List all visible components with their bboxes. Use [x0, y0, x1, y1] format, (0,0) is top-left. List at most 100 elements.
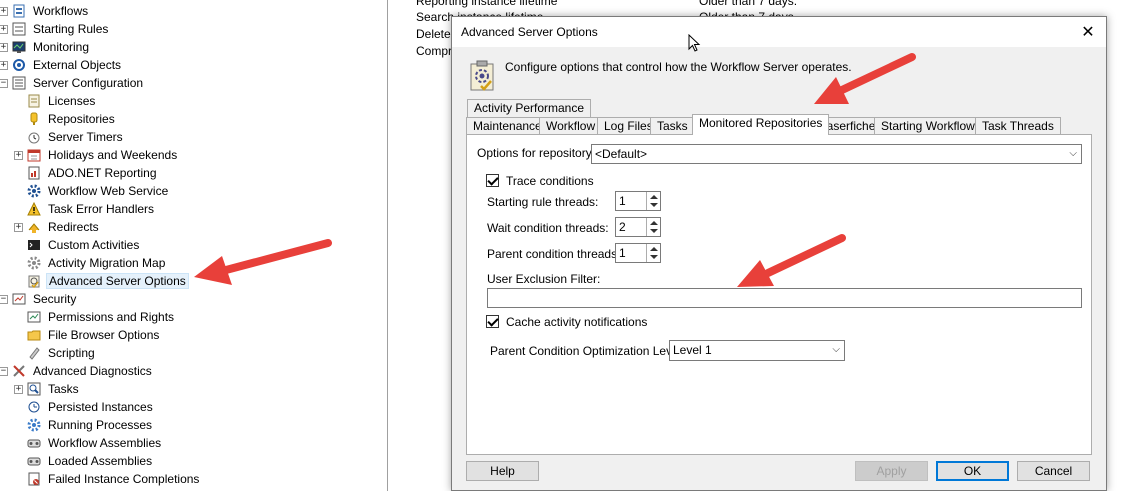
tree-item-ado-net-reporting[interactable]: ADO.NET Reporting [27, 164, 159, 182]
gear-icon [27, 256, 41, 270]
spin-up-icon[interactable] [650, 221, 658, 225]
tree-item-file-browser-options[interactable]: File Browser Options [27, 326, 161, 344]
starting-rule-threads-stepper[interactable]: 1 [615, 191, 661, 211]
tree-item-loaded-assemblies[interactable]: Loaded Assemblies [27, 452, 154, 470]
tree-item-label: Task Error Handlers [48, 202, 155, 216]
tree-item-server-configuration[interactable]: − Server Configuration [0, 74, 145, 92]
tree-item-activity-migration-map[interactable]: Activity Migration Map [27, 254, 167, 272]
parent-condition-threads-stepper[interactable]: 1 [615, 243, 661, 263]
spin-down-icon[interactable] [650, 229, 658, 233]
tree-item-label: Repositories [48, 112, 115, 126]
scripting-icon [27, 346, 41, 360]
collapse-toggle-icon[interactable]: − [0, 367, 8, 376]
expand-toggle-icon[interactable]: + [0, 61, 8, 70]
optimization-level-value: Level 1 [673, 343, 712, 357]
stepper-value: 2 [619, 220, 626, 234]
tree-item-repositories[interactable]: Repositories [27, 110, 117, 128]
options-icon [27, 274, 41, 289]
tree-item-external-objects[interactable]: + External Objects [0, 56, 123, 74]
spin-up-icon[interactable] [650, 195, 658, 199]
tree-item-permissions-and-rights[interactable]: Permissions and Rights [27, 308, 176, 326]
trace-conditions-checkbox[interactable] [486, 174, 499, 187]
expand-toggle-icon[interactable]: + [14, 385, 23, 394]
tree-item-redirects[interactable]: + Redirects [14, 218, 101, 236]
starting-rule-threads-label: Starting rule threads: [487, 195, 599, 209]
monitoring-icon [12, 40, 26, 54]
pane-divider[interactable] [387, 0, 388, 491]
wait-condition-threads-stepper[interactable]: 2 [615, 217, 661, 237]
tree-item-workflows[interactable]: + Workflows [0, 2, 90, 20]
tree-item-failed-instance-completions[interactable]: Failed Instance Completions [27, 470, 201, 488]
cancel-button[interactable]: Cancel [1017, 461, 1090, 481]
expand-toggle-icon[interactable]: + [0, 43, 8, 52]
collapse-toggle-icon[interactable]: − [0, 79, 8, 88]
persisted-icon [27, 400, 41, 414]
expand-toggle-icon[interactable]: + [0, 25, 8, 34]
tree-item-label: External Objects [33, 58, 122, 72]
tree-item-label: Security [33, 292, 77, 306]
tree-item-label: Tasks [48, 382, 79, 396]
tree-item-advanced-server-options[interactable]: Advanced Server Options [27, 272, 189, 290]
apply-button[interactable]: Apply [855, 461, 928, 481]
tree-item-task-error-handlers[interactable]: Task Error Handlers [27, 200, 156, 218]
close-icon[interactable]: ✕ [1078, 22, 1098, 42]
help-button[interactable]: Help [466, 461, 539, 481]
assembly-icon [27, 436, 41, 450]
tree-item-label: Custom Activities [48, 238, 140, 252]
tree-item-licenses[interactable]: Licenses [27, 92, 97, 110]
tree-item-label: Workflow Web Service [48, 184, 169, 198]
tree-item-custom-activities[interactable]: Custom Activities [27, 236, 141, 254]
expand-toggle-icon[interactable]: + [14, 151, 23, 160]
tree-item-label: Running Processes [48, 418, 153, 432]
optimization-level-select[interactable]: Level 1 ⌵ [669, 340, 845, 361]
tree-item-label: Server Configuration [33, 76, 144, 90]
calendar-icon [27, 148, 41, 162]
tree-item-label: Holidays and Weekends [48, 148, 178, 162]
tree-item-label: File Browser Options [48, 328, 160, 342]
spin-buttons[interactable] [646, 244, 660, 262]
permissions-icon [27, 310, 41, 324]
tree-item-persisted-instances[interactable]: Persisted Instances [27, 398, 155, 416]
dialog-titlebar[interactable]: Advanced Server Options ✕ [452, 17, 1106, 47]
tree-item-running-processes[interactable]: Running Processes [27, 416, 154, 434]
expand-toggle-icon[interactable]: + [0, 7, 8, 16]
warning-icon [27, 201, 41, 216]
stepper-value: 1 [619, 194, 626, 208]
tree-item-monitoring[interactable]: + Monitoring [0, 38, 91, 56]
spin-buttons[interactable] [646, 192, 660, 210]
tree-item-label: Permissions and Rights [48, 310, 175, 324]
tree-item-workflow-web-service[interactable]: Workflow Web Service [27, 182, 170, 200]
starting-rules-icon [12, 22, 26, 36]
tree-item-advanced-diagnostics[interactable]: − Advanced Diagnostics [0, 362, 154, 380]
collapse-toggle-icon[interactable]: − [0, 295, 8, 304]
licenses-icon [27, 94, 41, 108]
tree-item-starting-rules[interactable]: + Starting Rules [0, 20, 110, 38]
console-icon [27, 238, 41, 252]
expand-toggle-icon[interactable]: + [14, 223, 23, 232]
tree-item-scripting[interactable]: Scripting [27, 344, 97, 362]
tree-item-server-timers[interactable]: Server Timers [27, 128, 125, 146]
tree-item-label: Workflows [33, 4, 89, 18]
repository-select[interactable]: <Default> ⌵ [591, 144, 1082, 164]
tree-item-holidays-and-weekends[interactable]: + Holidays and Weekends [14, 146, 179, 164]
dialog-description: Configure options that control how the W… [505, 60, 852, 74]
spin-buttons[interactable] [646, 218, 660, 236]
spin-down-icon[interactable] [650, 203, 658, 207]
spin-down-icon[interactable] [650, 255, 658, 259]
user-exclusion-filter-input[interactable] [487, 288, 1082, 308]
tree-item-security[interactable]: − Security [0, 290, 78, 308]
stepper-value: 1 [619, 246, 626, 260]
tree-item-tasks[interactable]: + Tasks [14, 380, 81, 398]
tab-monitored-repositories[interactable]: Monitored Repositories [692, 114, 830, 135]
spin-up-icon[interactable] [650, 247, 658, 251]
monitored-repositories-panel: Options for repository: <Default> ⌵ Trac… [466, 134, 1092, 455]
gear-icon [27, 184, 41, 198]
options-icon [468, 60, 496, 92]
mouse-cursor-icon [688, 33, 702, 57]
tab-activity-performance[interactable]: Activity Performance [467, 99, 592, 118]
tree-item-workflow-assemblies[interactable]: Workflow Assemblies [27, 434, 163, 452]
repositories-icon [27, 112, 41, 126]
cache-activity-notifications-checkbox[interactable] [486, 315, 499, 328]
ok-button[interactable]: OK [936, 461, 1009, 481]
tree-item-label: Starting Rules [33, 22, 109, 36]
